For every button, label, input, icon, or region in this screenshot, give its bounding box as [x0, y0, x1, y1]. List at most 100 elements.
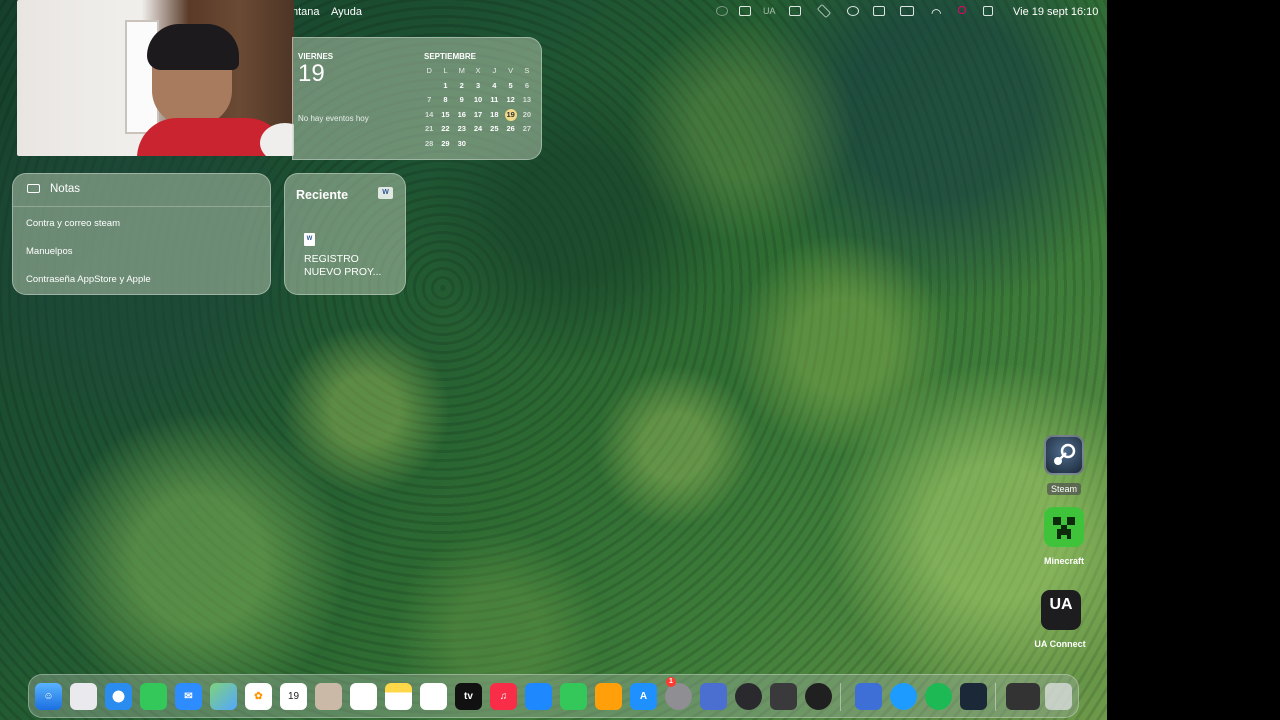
pages-icon[interactable] [595, 683, 622, 710]
calendar-day[interactable]: 4 [486, 79, 502, 94]
settings-badge: 1 [666, 677, 676, 687]
note-item[interactable]: Contraseña AppStore y Apple [26, 274, 151, 285]
note-item[interactable]: Manuelpos [26, 246, 72, 257]
calendar-day-header: V [508, 66, 514, 75]
safari-icon[interactable] [105, 683, 132, 710]
calendar-day [502, 137, 518, 152]
calendar-day[interactable]: 9 [454, 93, 470, 108]
ua-connect-desktop-label: UA Connect [1034, 639, 1086, 649]
steam-dock-icon[interactable] [960, 683, 987, 710]
calendar-day-header: J [492, 66, 497, 75]
record-icon[interactable] [958, 6, 966, 14]
obs-icon[interactable] [805, 683, 832, 710]
calendar-day[interactable]: 27 [519, 122, 535, 137]
display-diamond-icon[interactable] [817, 4, 831, 18]
contacts-icon[interactable] [315, 683, 342, 710]
calendar-day[interactable]: 29 [437, 137, 453, 152]
photos-icon[interactable]: ✿ [245, 683, 272, 710]
menu-ayuda[interactable]: Ayuda [331, 6, 362, 18]
wifi-icon[interactable]: ◠ [931, 6, 941, 20]
calendar-day[interactable]: 25 [486, 122, 502, 137]
recent-title: Reciente [296, 188, 349, 202]
mail-icon[interactable]: ✉ [175, 683, 202, 710]
calendar-day[interactable]: 28 [421, 137, 437, 152]
note-item[interactable]: Contra y correo steam [26, 218, 120, 229]
iphone-mirroring-icon[interactable] [700, 683, 727, 710]
calendar-day[interactable]: 15 [437, 108, 453, 123]
calendar-dock-icon[interactable]: 19 [280, 683, 307, 710]
steam-desktop-label: Steam [1024, 483, 1104, 495]
recent-file[interactable]: REGISTRO NUEVO PROY... [304, 253, 394, 279]
notes-widget[interactable]: Notas Contra y correo steam Manuelpos Co… [12, 173, 271, 295]
calendar-day-today[interactable]: 19 [502, 108, 518, 123]
recent-file-line1: REGISTRO [304, 253, 359, 265]
calendar-day[interactable]: 12 [502, 93, 518, 108]
calendar-day[interactable]: 14 [421, 108, 437, 123]
control-center-icon[interactable] [983, 6, 993, 16]
calendar-day [421, 79, 437, 94]
folder-icon [27, 184, 40, 193]
finder-icon[interactable]: ☺ [35, 683, 62, 710]
notes-app-icon[interactable] [385, 683, 412, 710]
calendar-no-events: No hay eventos hoy [298, 114, 369, 123]
ua-connect-desktop-icon[interactable]: UA [1041, 590, 1081, 630]
app-icon[interactable] [770, 683, 797, 710]
calendar-day[interactable]: 11 [486, 93, 502, 108]
launchpad-icon[interactable] [70, 683, 97, 710]
calendar-day [486, 137, 502, 152]
calendar-day[interactable]: 26 [502, 122, 518, 137]
calendar-day[interactable]: 24 [470, 122, 486, 137]
finder-app-icon[interactable] [855, 683, 882, 710]
menu-ventana[interactable]: ntana [292, 6, 320, 18]
calendar-grid: D L M X J V S 1 2 3 4 5 6 7 8 9 10 11 12 13 14 15 16 17 18 19 20 21… [421, 64, 539, 151]
calendar-day[interactable]: 22 [437, 122, 453, 137]
utility-app-icon[interactable] [735, 683, 762, 710]
menu-bar-clock[interactable]: Vie 19 sept 16:10 [1013, 6, 1098, 18]
calendar-day[interactable]: 2 [454, 79, 470, 94]
system-settings-icon[interactable]: 1 [665, 677, 692, 710]
calendar-day[interactable]: 16 [454, 108, 470, 123]
calendar-day[interactable]: 18 [486, 108, 502, 123]
freeform-icon[interactable] [420, 683, 447, 710]
calendar-day[interactable]: 10 [470, 93, 486, 108]
calendar-day[interactable]: 3 [470, 79, 486, 94]
play-icon[interactable] [847, 6, 859, 16]
steam-desktop-icon[interactable] [1044, 435, 1084, 475]
calendar-day[interactable]: 6 [519, 79, 535, 94]
calendar-day-header: L [443, 66, 448, 75]
word-document-icon: W [304, 233, 315, 246]
quicktime-icon[interactable] [890, 683, 917, 710]
screen-icon[interactable] [739, 6, 751, 16]
keynote-icon[interactable] [525, 683, 552, 710]
dock: ☺ ✉ ✿ 19 tv ♫ A 1 [28, 674, 1079, 718]
downloads-stack-icon[interactable] [1006, 683, 1040, 710]
monitor-icon[interactable] [873, 6, 885, 16]
notes-title: Notas [50, 183, 81, 195]
app-store-icon[interactable]: A [630, 683, 657, 710]
spotify-icon[interactable] [925, 683, 952, 710]
minecraft-desktop-icon[interactable] [1044, 507, 1084, 547]
calendar-day[interactable]: 17 [470, 108, 486, 123]
calendar-day[interactable]: 21 [421, 122, 437, 137]
windows-icon[interactable] [789, 6, 801, 16]
status-icon-1[interactable] [716, 6, 728, 16]
calendar-day[interactable]: 5 [502, 79, 518, 94]
calendar-day[interactable]: 1 [437, 79, 453, 94]
calendar-day[interactable]: 23 [454, 122, 470, 137]
messages-icon[interactable] [140, 683, 167, 710]
music-icon[interactable]: ♫ [490, 683, 517, 710]
numbers-icon[interactable] [560, 683, 587, 710]
calendar-day[interactable]: 30 [454, 137, 470, 152]
reminders-icon[interactable] [350, 683, 377, 710]
battery-icon[interactable] [900, 6, 914, 16]
apple-tv-icon[interactable]: tv [455, 683, 482, 710]
calendar-widget[interactable]: VIERNES 19 No hay eventos hoy SEPTIEMBRE… [292, 37, 542, 160]
calendar-day[interactable]: 7 [421, 93, 437, 108]
ua-status-icon[interactable]: UA [763, 6, 776, 16]
recent-widget[interactable]: Reciente W W REGISTRO NUEVO PROY... [284, 173, 406, 295]
trash-icon[interactable] [1045, 683, 1072, 710]
calendar-day[interactable]: 13 [519, 93, 535, 108]
calendar-day[interactable]: 20 [519, 108, 535, 123]
calendar-day[interactable]: 8 [437, 93, 453, 108]
maps-icon[interactable] [210, 683, 237, 710]
